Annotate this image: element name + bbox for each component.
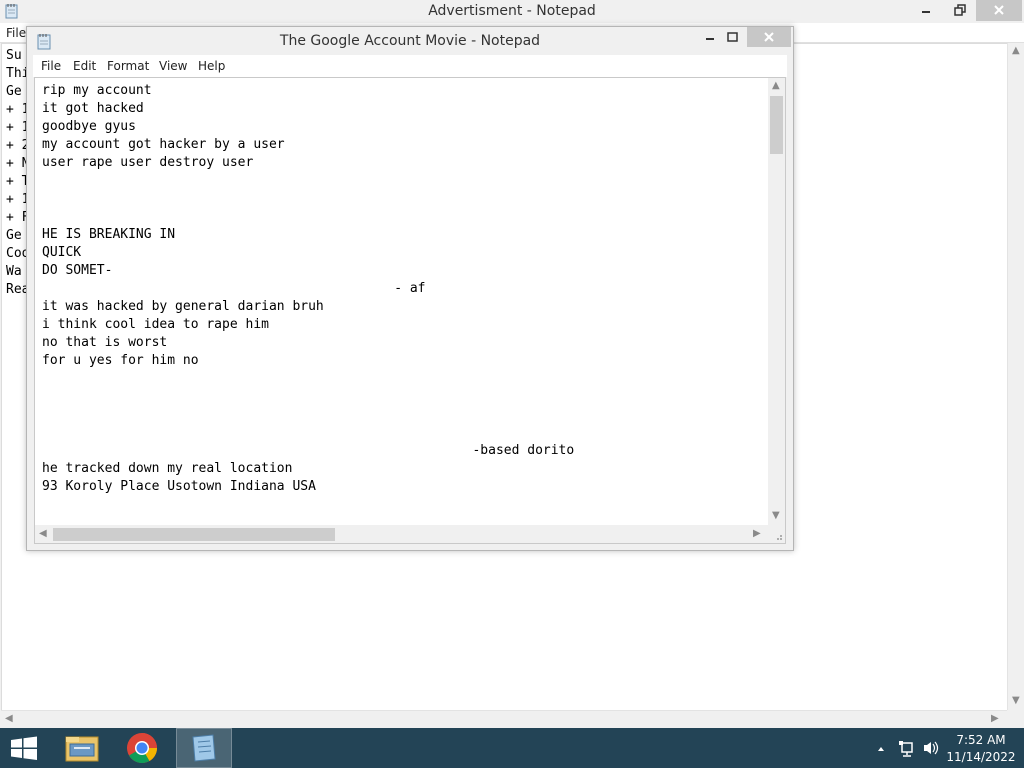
scroll-down-icon[interactable]: ▼ xyxy=(772,510,780,521)
restore-icon xyxy=(954,4,966,16)
vertical-scrollbar[interactable]: ▲ ▼ xyxy=(768,78,785,525)
menu-view[interactable]: View xyxy=(159,59,187,73)
menu-bar: File Edit Format View Help xyxy=(33,55,787,77)
scroll-up-icon[interactable]: ▲ xyxy=(772,80,780,91)
windows-logo-icon xyxy=(11,736,37,760)
background-vertical-scrollbar[interactable]: ▲ ▼ xyxy=(1007,43,1024,710)
volume-icon xyxy=(924,741,939,755)
minimize-button[interactable] xyxy=(912,0,940,21)
clock-date[interactable]: 11/14/2022 xyxy=(946,750,1016,764)
file-explorer-button[interactable] xyxy=(56,728,108,768)
maximize-icon xyxy=(726,32,738,42)
taskbar: 7:52 AM 11/14/2022 xyxy=(0,728,1024,768)
folder-icon xyxy=(65,736,99,762)
notepad-icon xyxy=(192,734,216,762)
minimize-icon xyxy=(922,11,930,13)
horizontal-scrollbar[interactable]: ◀ ▶ xyxy=(35,525,768,543)
show-hidden-icons-icon xyxy=(878,747,884,751)
notepad-taskbar-button[interactable] xyxy=(176,728,232,768)
background-horizontal-scrollbar[interactable]: ◀ ▶ xyxy=(1,710,1007,727)
scroll-up-icon[interactable]: ▲ xyxy=(1012,45,1020,56)
menu-edit[interactable]: Edit xyxy=(73,59,96,73)
scroll-right-icon[interactable]: ▶ xyxy=(753,528,761,539)
text-editor-area[interactable]: rip my account it got hacked goodbye gyu… xyxy=(34,77,786,544)
network-icon xyxy=(899,741,913,757)
menu-format[interactable]: Format xyxy=(107,59,149,73)
start-button[interactable] xyxy=(0,728,48,768)
scroll-left-icon[interactable]: ◀ xyxy=(5,713,13,724)
restore-button[interactable] xyxy=(946,0,974,21)
scroll-down-icon[interactable]: ▼ xyxy=(1012,695,1020,706)
background-title-bar[interactable]: Advertisment - Notepad xyxy=(0,0,1024,23)
chrome-icon xyxy=(127,733,157,764)
menu-file[interactable]: File xyxy=(6,26,26,40)
background-window-title: Advertisment - Notepad xyxy=(428,3,596,19)
close-icon xyxy=(764,32,774,42)
system-tray xyxy=(870,728,950,768)
menu-help[interactable]: Help xyxy=(198,59,225,73)
scroll-right-icon[interactable]: ▶ xyxy=(991,713,999,724)
resize-grip-icon xyxy=(777,535,782,540)
foreground-notepad-window[interactable]: The Google Account Movie - Notepad File … xyxy=(26,26,794,551)
clock-time[interactable]: 7:52 AM xyxy=(946,733,1016,747)
close-icon xyxy=(994,5,1004,15)
horizontal-scroll-thumb[interactable] xyxy=(53,528,335,541)
close-button[interactable] xyxy=(976,0,1022,21)
menu-file[interactable]: File xyxy=(41,59,61,73)
vertical-scroll-thumb[interactable] xyxy=(770,96,783,154)
resize-grip[interactable] xyxy=(768,525,785,543)
scroll-left-icon[interactable]: ◀ xyxy=(39,528,47,539)
chrome-button[interactable] xyxy=(116,728,168,768)
close-button[interactable] xyxy=(747,27,791,47)
document-text: rip my account it got hacked goodbye gyu… xyxy=(42,83,575,494)
maximize-button[interactable] xyxy=(719,27,745,49)
window-title: The Google Account Movie - Notepad xyxy=(279,33,541,49)
minimize-icon xyxy=(706,38,714,40)
